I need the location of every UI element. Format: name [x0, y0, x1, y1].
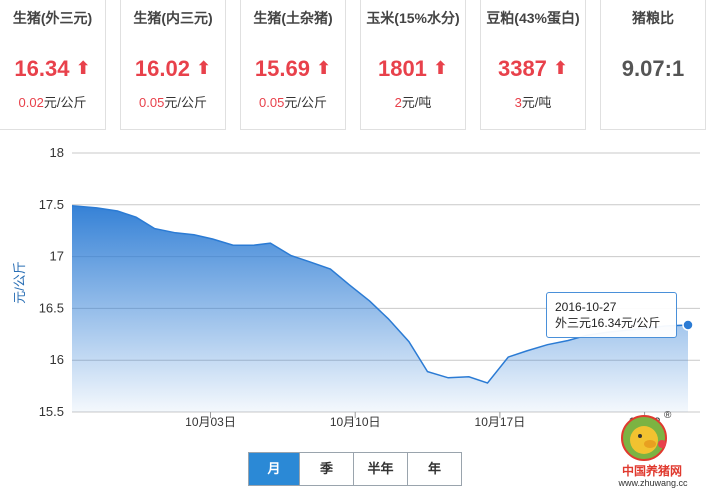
- period-halfyear-button[interactable]: 半年: [353, 453, 407, 485]
- period-selector: 月 季 半年 年: [248, 452, 462, 486]
- y-tick-label: 16: [50, 352, 64, 367]
- card-name: 豆粕(43%蛋白): [486, 10, 580, 26]
- y-tick-label: 16.5: [39, 300, 64, 315]
- card-name: 生猪(内三元): [133, 10, 213, 26]
- period-month-button[interactable]: 月: [249, 453, 299, 485]
- card-price: 15.69 ⬆: [254, 56, 332, 81]
- x-tick-label: 10月10日: [330, 415, 381, 429]
- logo-brand-text: 中国养猪网: [621, 464, 682, 478]
- up-arrow-icon: ⬆: [552, 58, 569, 78]
- price-card[interactable]: 豆粕(43%蛋白) 3387 ⬆ 3元/吨: [480, 0, 586, 130]
- card-change: 3元/吨: [514, 95, 552, 110]
- card-change: 2元/吨: [394, 95, 432, 110]
- ratio-card[interactable]: 猪粮比 9.07:1: [600, 0, 706, 130]
- card-change: 0.05元/公斤: [259, 95, 327, 110]
- price-card[interactable]: 生猪(内三元) 16.02 ⬆ 0.05元/公斤: [120, 0, 226, 130]
- up-arrow-icon: ⬆: [315, 58, 332, 78]
- card-name: 生猪(外三元): [12, 10, 93, 26]
- up-arrow-icon: ⬆: [195, 58, 212, 78]
- card-change: 0.02元/公斤: [18, 95, 87, 110]
- card-change: 0.05元/公斤: [139, 95, 207, 110]
- y-tick-label: 17.5: [39, 197, 64, 212]
- up-arrow-icon: ⬆: [432, 58, 449, 78]
- y-tick-label: 15.5: [39, 404, 64, 419]
- y-tick-label: 18: [50, 145, 64, 160]
- price-card[interactable]: 生猪(土杂猪) 15.69 ⬆ 0.05元/公斤: [240, 0, 346, 130]
- logo-url-text: www.zhuwang.cc: [618, 478, 688, 488]
- up-arrow-icon: ⬆: [75, 58, 91, 78]
- period-year-button[interactable]: 年: [407, 453, 461, 485]
- card-name: 玉米(15%水分): [366, 10, 460, 26]
- tooltip-text: 外三元16.34元/公斤: [555, 316, 661, 330]
- chart-tooltip: 2016-10-27 外三元16.34元/公斤: [546, 292, 677, 338]
- y-tick-label: 17: [50, 249, 64, 264]
- site-logo: ® 中国养猪网 www.zhuwang.cc: [604, 410, 702, 490]
- y-axis-label: 元/公斤: [12, 261, 27, 304]
- price-card[interactable]: 玉米(15%水分) 1801 ⬆ 2元/吨: [360, 0, 466, 130]
- x-tick-label: 10月03日: [185, 415, 236, 429]
- card-price: 3387 ⬆: [497, 56, 569, 81]
- registered-mark: ®: [664, 410, 672, 421]
- pig-mascot-icon: [621, 415, 667, 461]
- price-chart: 15.5 16 16.5 17 17.5 18 元/公斤 10月03日 10月10日 10月17日…: [12, 145, 700, 429]
- x-tick-label: 10月17日: [475, 415, 526, 429]
- tooltip-date: 2016-10-27: [555, 300, 617, 314]
- highlight-point: [682, 319, 694, 331]
- card-price: 16.02 ⬆: [134, 56, 212, 81]
- price-card[interactable]: 生猪(外三元) 16.34 ⬆ 0.02元/公斤: [0, 0, 106, 130]
- card-price: 1801 ⬆: [377, 56, 449, 81]
- card-price: 16.34 ⬆: [14, 56, 91, 81]
- card-name: 猪粮比: [632, 10, 674, 26]
- period-quarter-button[interactable]: 季: [299, 453, 353, 485]
- price-cards: 生猪(外三元) 16.34 ⬆ 0.02元/公斤 生猪(内三元) 16.02 ⬆ 0…: [0, 0, 706, 140]
- ratio-value: 9.07:1: [621, 56, 685, 81]
- card-name: 生猪(土杂猪): [253, 10, 333, 26]
